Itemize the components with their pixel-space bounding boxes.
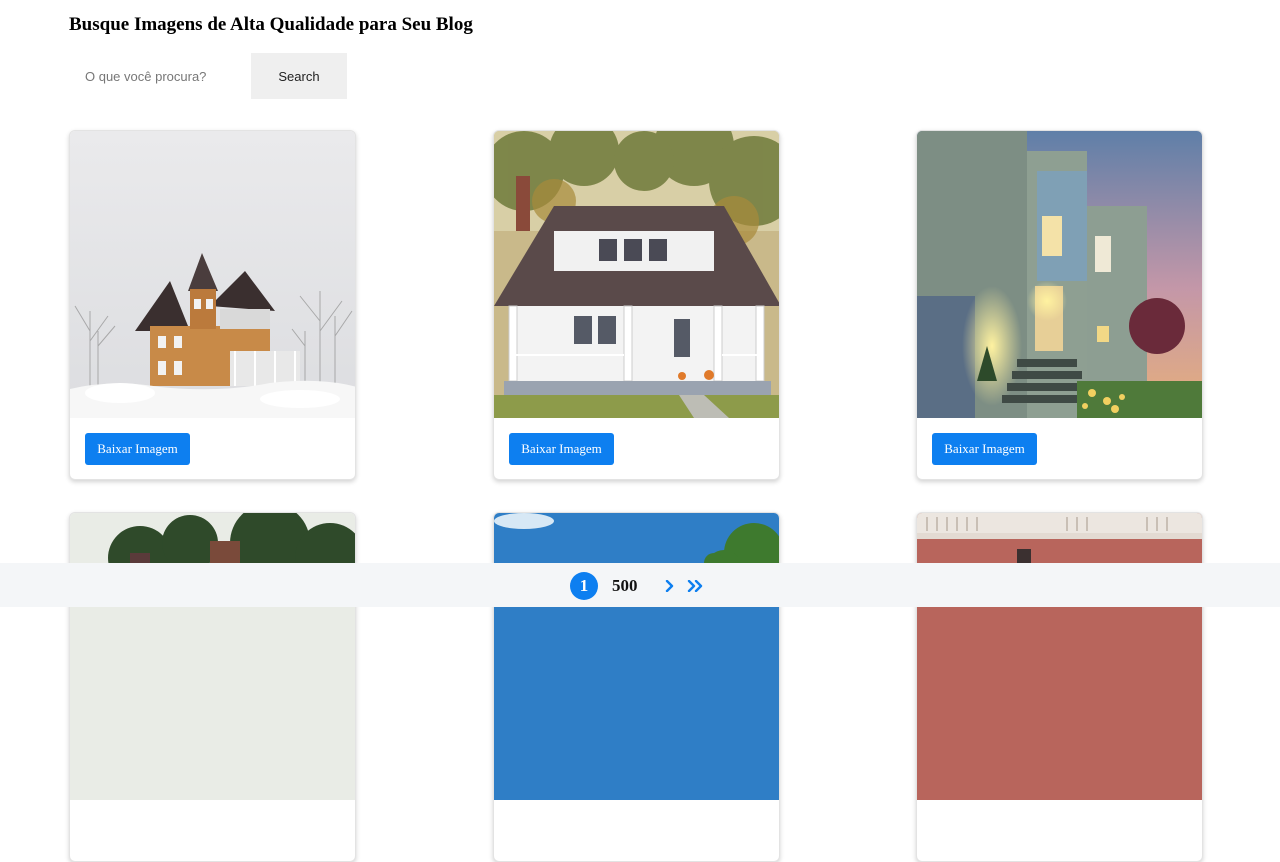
modern-house-dusk-image <box>917 131 1202 418</box>
image-card: Baixar Imagem <box>916 130 1203 480</box>
page-last-button[interactable]: 500 <box>612 572 638 600</box>
search-input[interactable] <box>69 53 251 99</box>
blue-sky-trees-image <box>494 513 779 800</box>
chevron-right-icon[interactable] <box>665 580 675 592</box>
search-button[interactable]: Search <box>251 53 347 99</box>
page-1-button[interactable]: 1 <box>570 572 598 600</box>
download-button[interactable]: Baixar Imagem <box>85 433 190 465</box>
snowy-victorian-house-image <box>70 131 355 418</box>
page-title: Busque Imagens de Alta Qualidade para Se… <box>69 14 473 35</box>
pagination: 1 500 <box>0 563 1280 607</box>
download-button[interactable]: Baixar Imagem <box>509 433 614 465</box>
brick-building-balustrade-image <box>917 513 1202 800</box>
brick-house-trees-image <box>70 513 355 800</box>
white-porch-house-image <box>494 131 779 418</box>
double-chevron-right-icon[interactable] <box>687 580 703 592</box>
image-card: Baixar Imagem <box>493 130 780 480</box>
image-card: Baixar Imagem <box>69 130 356 480</box>
download-button[interactable]: Baixar Imagem <box>932 433 1037 465</box>
